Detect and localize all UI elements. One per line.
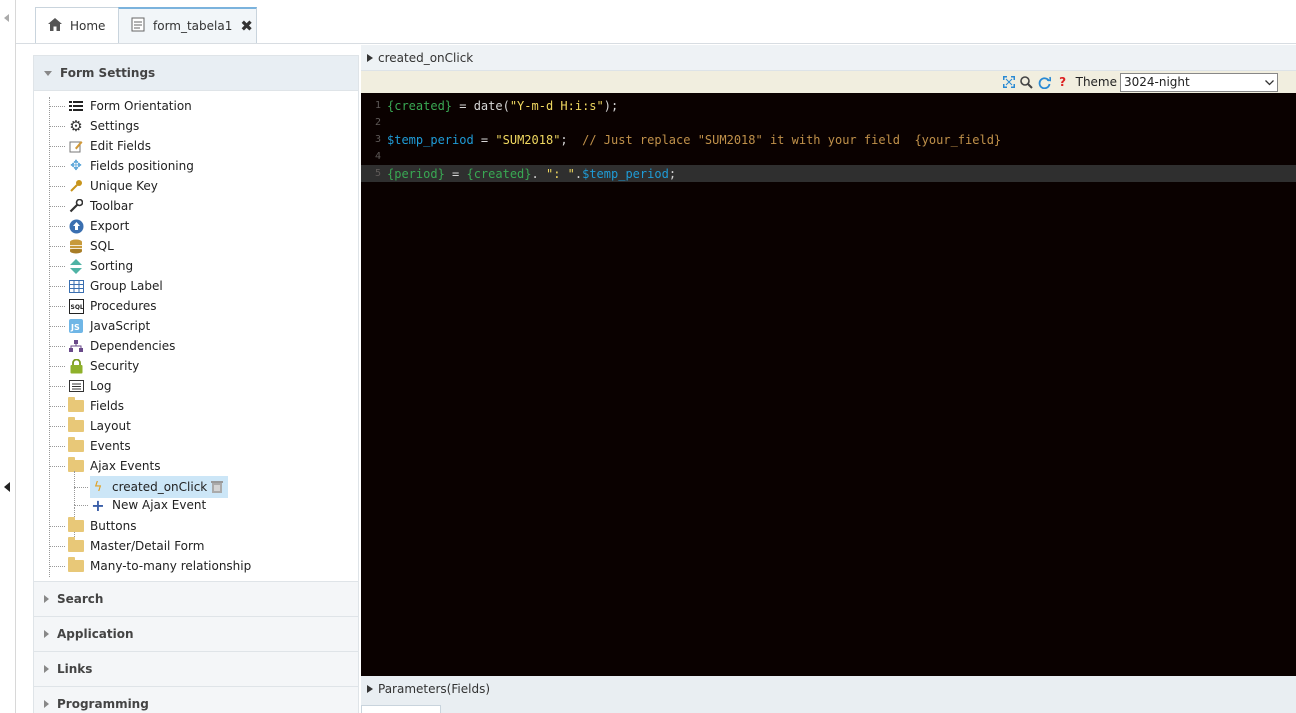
table-icon xyxy=(68,278,84,294)
parameters-fields-bar[interactable]: Parameters(Fields) xyxy=(361,677,1296,701)
theme-select-value: 3024-night xyxy=(1124,75,1190,89)
tree-item-sql[interactable]: SQL xyxy=(68,236,114,256)
tab-bar: Home form_tabela1 ✖ xyxy=(16,0,1296,44)
settings-tree: Form Orientation ⚙ Settings Edit Fields … xyxy=(34,91,358,581)
folder-icon xyxy=(68,517,84,534)
tree-folder-events[interactable]: Events xyxy=(68,436,131,456)
tree-folder-master-detail[interactable]: Master/Detail Form xyxy=(68,536,204,556)
folder-icon xyxy=(68,557,84,574)
tree-item-procedures[interactable]: SQL Procedures xyxy=(68,296,157,316)
document-icon xyxy=(131,17,145,35)
tree-folder-buttons[interactable]: Buttons xyxy=(68,516,136,536)
list-icon xyxy=(68,98,84,114)
section-links[interactable]: Links xyxy=(34,651,358,686)
tree-item-export[interactable]: Export xyxy=(68,216,129,236)
caret-right-icon xyxy=(44,595,49,603)
wrench-icon xyxy=(68,198,84,214)
help-icon[interactable]: ? xyxy=(1056,75,1070,89)
code-line: 1 {created} = date("Y-m-d H:i:s"); xyxy=(374,98,619,113)
triangle-right-icon xyxy=(367,685,373,693)
caret-down-icon xyxy=(44,70,52,76)
tree-item-unique-key[interactable]: Unique Key xyxy=(68,176,158,196)
fullscreen-icon[interactable] xyxy=(1002,76,1016,88)
caret-right-icon xyxy=(44,630,49,638)
tree-folder-layout[interactable]: Layout xyxy=(68,416,131,436)
sql-icon: SQL xyxy=(68,298,84,314)
tree-item-dependencies[interactable]: Dependencies xyxy=(68,336,175,356)
plus-icon: + xyxy=(91,495,105,515)
editor-toolbar: ? Theme 3024-night xyxy=(361,71,1296,93)
editor-title-bar[interactable]: created_onClick xyxy=(361,45,1296,71)
tree-item-security[interactable]: Security xyxy=(68,356,139,376)
database-icon xyxy=(68,238,84,254)
trash-icon[interactable] xyxy=(210,480,224,494)
tree-item-fields-positioning[interactable]: ✥ Fields positioning xyxy=(68,156,194,176)
code-line: 3 $temp_period = "SUM2018"; // Just repl… xyxy=(374,132,1002,147)
section-programming[interactable]: Programming xyxy=(34,686,358,713)
tab-home-label: Home xyxy=(70,18,106,33)
bottom-tab[interactable] xyxy=(361,705,441,713)
folder-icon xyxy=(68,457,84,474)
code-area[interactable]: 1 {created} = date("Y-m-d H:i:s"); 2 3 $… xyxy=(361,93,1296,676)
edit-icon xyxy=(68,138,84,154)
tree-item-log[interactable]: Log xyxy=(68,376,111,396)
tree-guide-line xyxy=(49,97,50,577)
form-settings-header[interactable]: Form Settings xyxy=(34,56,358,91)
collapse-arrow-top-icon[interactable] xyxy=(4,14,9,22)
tree-folder-fields[interactable]: Fields xyxy=(68,396,124,416)
tree-item-settings[interactable]: ⚙ Settings xyxy=(68,116,139,136)
tree-folder-many-to-many[interactable]: Many-to-many relationship xyxy=(68,556,251,576)
home-icon xyxy=(48,17,62,34)
caret-right-icon xyxy=(44,700,49,708)
tab-home[interactable]: Home xyxy=(35,7,119,43)
sort-icon xyxy=(68,258,84,274)
export-icon xyxy=(68,218,84,234)
parameters-label: Parameters(Fields) xyxy=(378,682,490,696)
tree-item-toolbar[interactable]: Toolbar xyxy=(68,196,133,216)
tree-folder-ajax-events[interactable]: Ajax Events xyxy=(68,456,160,476)
key-icon xyxy=(68,178,84,194)
folder-icon xyxy=(68,397,84,414)
folder-icon xyxy=(68,537,84,554)
collapse-panel-arrow-icon[interactable] xyxy=(4,482,10,492)
close-tab-icon[interactable]: ✖ xyxy=(240,17,253,35)
move-icon: ✥ xyxy=(70,158,82,174)
triangle-right-icon xyxy=(367,53,373,62)
tab-form-tabela1[interactable]: form_tabela1 ✖ xyxy=(118,7,257,43)
tree-item-form-orientation[interactable]: Form Orientation xyxy=(68,96,192,116)
left-settings-panel: Form Settings Form Orientation ⚙ Setting… xyxy=(33,55,359,713)
theme-select[interactable]: 3024-night xyxy=(1120,72,1278,92)
tree-item-new-ajax-event[interactable]: + New Ajax Event xyxy=(90,495,206,515)
editor-title: created_onClick xyxy=(378,50,474,65)
tab-form-label: form_tabela1 xyxy=(153,19,233,33)
lock-icon xyxy=(68,358,84,374)
svg-text:JS: JS xyxy=(70,323,80,332)
svg-text:SQL: SQL xyxy=(70,304,83,311)
code-line-active: 5 {period} = {created}. ": ".$temp_perio… xyxy=(361,165,1296,182)
refresh-icon[interactable] xyxy=(1038,76,1052,89)
hierarchy-icon xyxy=(68,338,84,354)
gear-icon: ⚙ xyxy=(69,117,83,135)
lightning-icon: ϟ xyxy=(93,479,103,495)
tree-item-sorting[interactable]: Sorting xyxy=(68,256,133,276)
folder-icon xyxy=(68,417,84,434)
code-editor-panel: created_onClick ? Theme 3024-night 1 {cr… xyxy=(361,45,1296,713)
log-icon xyxy=(68,378,84,394)
code-line: 2 xyxy=(374,117,381,128)
tree-item-group-label[interactable]: Group Label xyxy=(68,276,163,296)
caret-right-icon xyxy=(44,665,49,673)
code-line: 4 xyxy=(374,151,381,162)
left-collapse-strip xyxy=(0,0,16,713)
form-settings-title: Form Settings xyxy=(60,66,156,80)
js-icon: JS xyxy=(68,318,84,334)
theme-label: Theme xyxy=(1075,75,1117,89)
section-search[interactable]: Search xyxy=(34,581,358,616)
section-application[interactable]: Application xyxy=(34,616,358,651)
tree-item-edit-fields[interactable]: Edit Fields xyxy=(68,136,151,156)
chevron-down-icon xyxy=(1265,75,1274,89)
tree-item-javascript[interactable]: JS JavaScript xyxy=(68,316,150,336)
search-icon[interactable] xyxy=(1020,75,1034,89)
folder-icon xyxy=(68,437,84,454)
